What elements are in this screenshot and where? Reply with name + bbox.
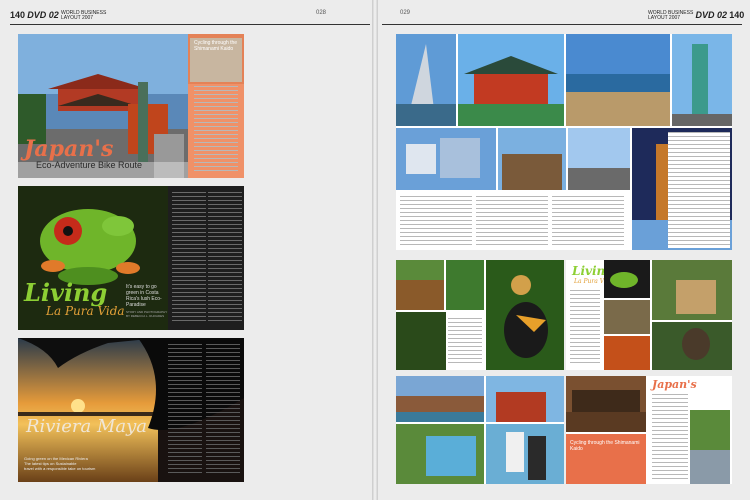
riviera-intro: Going green on the Mexican Riviera The l… <box>24 456 154 471</box>
folio: 028 <box>316 10 327 16</box>
costa-intro: It's easy to go green in Costa Rica's lu… <box>126 284 162 308</box>
header-rule-right <box>382 24 742 25</box>
japan-subtitle: Eco-Adventure Bike Route <box>36 160 143 170</box>
riviera-body-text <box>168 344 240 476</box>
costa-credit: STORY AND PHOTOGRAPHY BY REBECCA L. RHOA… <box>126 310 168 318</box>
japan-small-sidebar: Cycling through the Shimanami Kaido <box>570 440 640 452</box>
right-header: WORLD BUSINESS LAYOUT 2007 DVD 02 140 <box>648 10 744 24</box>
page-number-right: 140 <box>729 10 745 20</box>
japan-small-text <box>652 394 688 480</box>
costa-subtitle: La Pura Vida <box>46 304 125 318</box>
spread-costa-rica: Living La Pura Vida It's easy to go gree… <box>18 186 244 330</box>
japan-small-title: Japan's <box>652 378 697 391</box>
japan-collage-right-text <box>668 132 730 248</box>
header-sub-line2: LAYOUT 2007 <box>61 14 94 21</box>
spread-costa-right: Living La Pura Vida <box>566 260 732 370</box>
japan-sidebar-title: Cycling through the Shimanami Kaido <box>194 40 238 52</box>
spread-japan-small: Japan's Cycling through the Shimanami Ka… <box>566 376 732 484</box>
spread-costa-left <box>396 260 564 370</box>
riviera-title: Riviera Maya <box>26 416 148 437</box>
left-page: 140 DVD 02 WORLD BUSINESS LAYOUT 2007 02… <box>0 0 372 500</box>
spread-riviera-maya: Riviera Maya Going green on the Mexican … <box>18 338 244 482</box>
header-sub-right: WORLD BUSINESS LAYOUT 2007 <box>648 10 693 21</box>
header-rule <box>10 24 370 25</box>
costa-collage-right <box>604 260 732 370</box>
japan-title: Japan's <box>24 136 114 162</box>
left-header: 140 DVD 02 WORLD BUSINESS LAYOUT 2007 <box>10 10 106 24</box>
page-number: 140 <box>10 10 26 20</box>
costa-body-text <box>168 192 244 324</box>
spread-japan: Cycling through the Shimanami Kaido Japa… <box>18 34 244 178</box>
riviera-intro-line3: travel with a responsible take on touris… <box>24 466 96 471</box>
magazine-spread: 140 DVD 02 WORLD BUSINESS LAYOUT 2007 02… <box>0 0 750 500</box>
japan-collage-text <box>396 192 630 250</box>
bike-collage <box>396 376 564 484</box>
header-sub: WORLD BUSINESS LAYOUT 2007 <box>61 10 106 21</box>
brand-logo: DVD 02 <box>27 10 59 20</box>
spread-bikes <box>396 376 564 484</box>
japan-small-photos <box>566 376 732 484</box>
brand-logo-right: DVD 02 <box>695 10 728 20</box>
folio-right: 029 <box>400 10 411 16</box>
costa-title: Living <box>24 278 108 307</box>
costa-left-text <box>448 318 482 366</box>
japan-body-text <box>194 86 238 172</box>
header-sub-right-line2: LAYOUT 2007 <box>648 14 681 21</box>
right-page: 029 WORLD BUSINESS LAYOUT 2007 DVD 02 14… <box>378 0 750 500</box>
